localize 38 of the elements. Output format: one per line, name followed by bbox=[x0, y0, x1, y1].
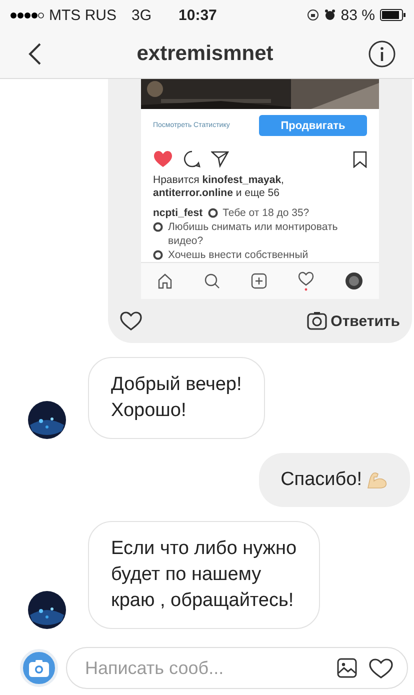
likes-text: Нравится kinofest_mayak, antiterror.online и еще 56 bbox=[152, 174, 285, 200]
caption-text: Хочешь внести собственный bbox=[168, 248, 308, 262]
heart-icon[interactable] bbox=[298, 271, 314, 291]
camera-button[interactable] bbox=[20, 649, 58, 687]
network-type: 3G bbox=[132, 6, 152, 24]
heart-icon[interactable] bbox=[120, 311, 142, 331]
info-icon[interactable] bbox=[368, 40, 396, 68]
send-icon[interactable] bbox=[211, 150, 229, 168]
home-icon[interactable] bbox=[156, 273, 173, 289]
avatar-icon[interactable] bbox=[345, 272, 364, 290]
message-text: Добрый вечер! Хорошо! bbox=[111, 373, 242, 423]
back-icon[interactable] bbox=[28, 42, 42, 66]
caption-username[interactable]: ncpti_fest bbox=[153, 206, 203, 220]
message-text: Спасибо! bbox=[280, 468, 362, 492]
add-icon[interactable] bbox=[250, 273, 267, 289]
bookmark-icon[interactable] bbox=[353, 150, 367, 168]
reply-button[interactable]: Ответить bbox=[306, 311, 400, 331]
camera-icon bbox=[29, 660, 49, 676]
battery-percent: 83 % bbox=[340, 6, 375, 24]
message-field[interactable]: Написать сооб... bbox=[66, 647, 408, 689]
circle-icon bbox=[153, 222, 163, 232]
caption-text: Любишь снимать или монтировать видео? bbox=[168, 220, 339, 248]
search-icon[interactable] bbox=[204, 273, 220, 289]
signal-icon bbox=[10, 12, 44, 18]
heart-icon[interactable] bbox=[369, 658, 393, 678]
alarm-icon bbox=[324, 9, 336, 21]
rotation-lock-icon bbox=[306, 9, 319, 21]
clock-time: 10:37 bbox=[178, 6, 217, 24]
circle-icon bbox=[153, 250, 163, 260]
camera-icon bbox=[306, 311, 327, 331]
message-input[interactable]: Написать сооб... bbox=[83, 656, 325, 680]
battery-icon bbox=[380, 9, 406, 21]
message-text: Если что либо нужно будет по нашему краю , обращайтесь! bbox=[111, 537, 297, 613]
caption-text: Тебе от 18 до 35? bbox=[222, 206, 310, 220]
circle-icon bbox=[208, 208, 218, 218]
image-icon[interactable] bbox=[337, 658, 357, 678]
carrier-name: MTS RUS bbox=[49, 6, 116, 24]
chat-title: extremismnet bbox=[136, 42, 274, 66]
